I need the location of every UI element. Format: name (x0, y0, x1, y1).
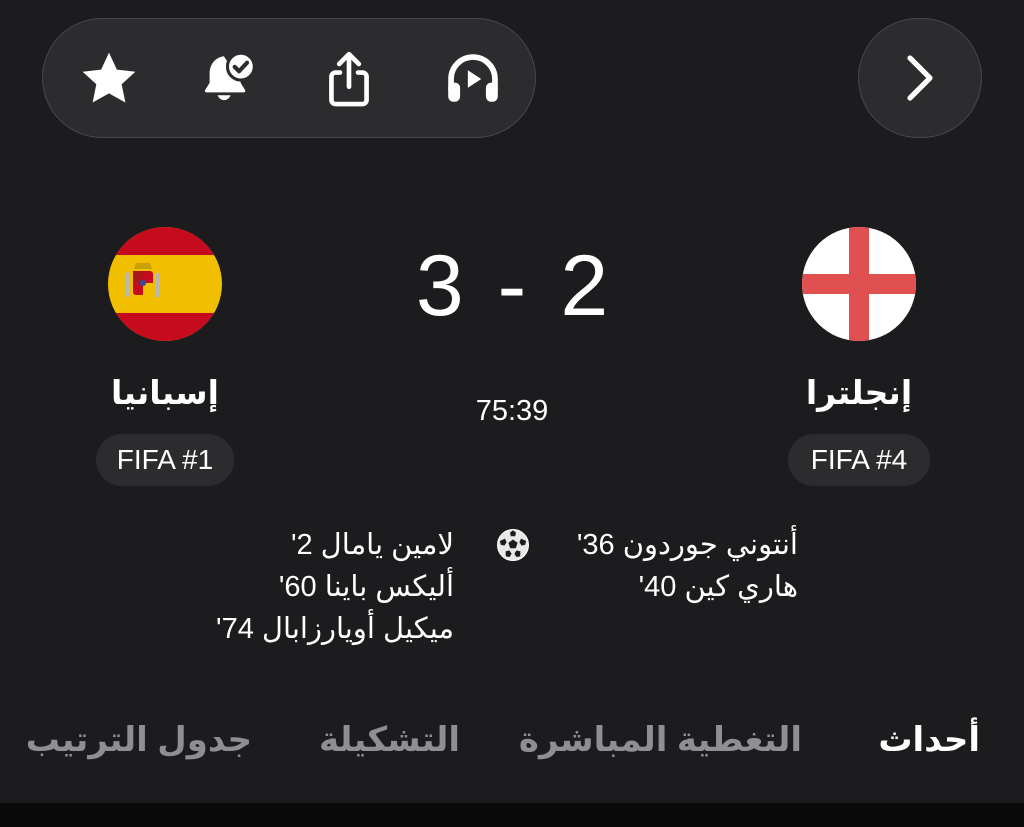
share-button[interactable] (309, 39, 389, 119)
bell-check-icon (204, 51, 256, 101)
home-team-name[interactable]: إسبانيا (65, 373, 265, 412)
spain-flag-icon (108, 227, 222, 341)
england-flag[interactable] (802, 227, 916, 341)
match-screen: إسبانيا إنجلترا FIFA #1 FIFA #4 3 - 2 75… (0, 0, 1024, 827)
away-team-rank: FIFA #4 (788, 434, 930, 486)
home-team-rank-label: FIFA #1 (116, 444, 214, 475)
star-icon (82, 52, 136, 103)
match-tabs: أحداث التغطية المباشرة التشكيلة جدول الت… (0, 700, 1024, 780)
match-clock: 75:39 (475, 395, 549, 427)
tab-lineup[interactable]: التشكيلة (319, 700, 460, 780)
tab-events[interactable]: أحداث (878, 700, 980, 780)
headphones-play-icon (448, 54, 498, 102)
notifications-button[interactable] (189, 39, 269, 119)
home-scorer-3: ميكيل أويارزابال 74' (216, 613, 454, 645)
away-team-rank-label: FIFA #4 (810, 444, 908, 475)
away-team-name[interactable]: إنجلترا (759, 373, 959, 412)
chevron-right-icon (907, 55, 933, 101)
forward-button[interactable] (858, 18, 982, 138)
favorite-button[interactable] (69, 39, 149, 119)
tab-live-coverage[interactable]: التغطية المباشرة (519, 700, 802, 780)
away-scorer-1: أنتوني جوردون 36' (576, 529, 798, 561)
soccer-ball-icon (497, 529, 529, 561)
england-flag-icon (802, 227, 916, 341)
score-separator: - (497, 237, 527, 334)
home-scorer-1: لامين يامال 2' (290, 529, 454, 561)
share-icon (329, 51, 369, 107)
away-scorer-2: هاري كين 40' (638, 571, 798, 603)
home-score: 3 (415, 237, 464, 334)
home-team-rank: FIFA #1 (96, 434, 234, 486)
bottom-bar (0, 803, 1024, 827)
listen-button[interactable] (433, 39, 513, 119)
scoreboard: 3 - 2 (362, 236, 662, 336)
away-score: 2 (560, 237, 609, 334)
spain-flag[interactable] (108, 227, 222, 341)
action-toolbar (42, 18, 536, 138)
tab-standings[interactable]: جدول الترتيب (26, 700, 252, 780)
home-scorer-2: أليكس باينا 60' (278, 571, 454, 603)
